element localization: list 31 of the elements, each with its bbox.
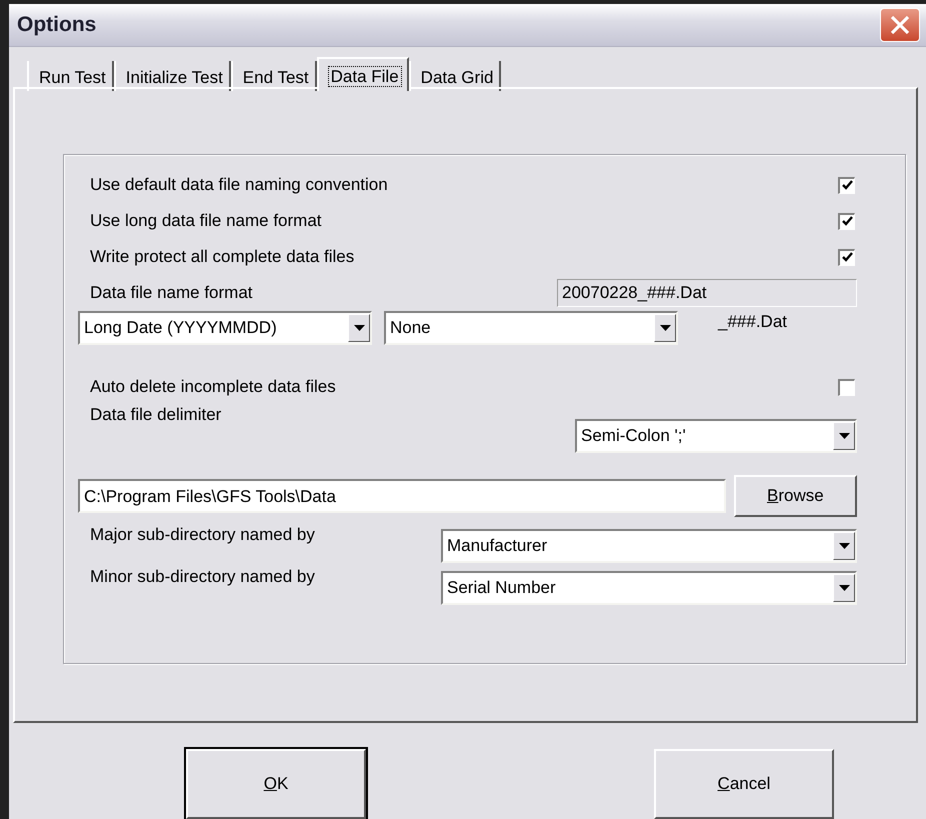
subdirectory-dropdown[interactable]: Serial Number xyxy=(441,571,857,605)
tab[interactable]: Data Grid xyxy=(408,61,502,91)
tab[interactable]: Initialize Test xyxy=(114,61,231,91)
window-title: Options xyxy=(17,13,96,37)
tab[interactable]: Data File xyxy=(316,57,409,91)
tab[interactable]: End Test xyxy=(230,61,317,91)
close-button[interactable] xyxy=(880,8,920,42)
option-label: Major sub-directory named by xyxy=(90,525,315,545)
delimiter-dropdown[interactable]: Semi-Colon ';' xyxy=(575,419,857,453)
option-label: Minor sub-directory named by xyxy=(90,567,315,587)
preview-field: 20070228_###.Dat xyxy=(557,279,857,307)
checkbox[interactable] xyxy=(838,378,855,396)
option-label: Use long data file name format xyxy=(90,211,322,231)
option-label: Data file delimiter xyxy=(90,405,222,425)
close-icon xyxy=(889,14,911,36)
tab[interactable]: Run Test xyxy=(27,61,114,91)
option-label: Write protect all complete data files xyxy=(90,247,354,267)
suffix-label: _###.Dat xyxy=(718,312,787,332)
subdirectory-dropdown[interactable]: Manufacturer xyxy=(441,529,857,563)
path-field[interactable]: C:\Program Files\GFS Tools\Data xyxy=(78,479,726,513)
browse-button[interactable]: Browse xyxy=(734,475,857,517)
checkbox[interactable] xyxy=(838,212,855,230)
option-label: Auto delete incomplete data files xyxy=(90,377,336,397)
checkbox[interactable] xyxy=(838,248,855,266)
option-label: Data file name format xyxy=(90,283,253,303)
checkbox[interactable] xyxy=(838,176,855,194)
cancel-button[interactable]: Cancel xyxy=(654,749,834,819)
ok-button[interactable]: OK xyxy=(186,749,366,819)
option-label: Use default data file naming convention xyxy=(90,175,388,195)
separator-dropdown[interactable]: None xyxy=(384,311,678,345)
date-format-dropdown[interactable]: Long Date (YYYYMMDD) xyxy=(78,311,372,345)
